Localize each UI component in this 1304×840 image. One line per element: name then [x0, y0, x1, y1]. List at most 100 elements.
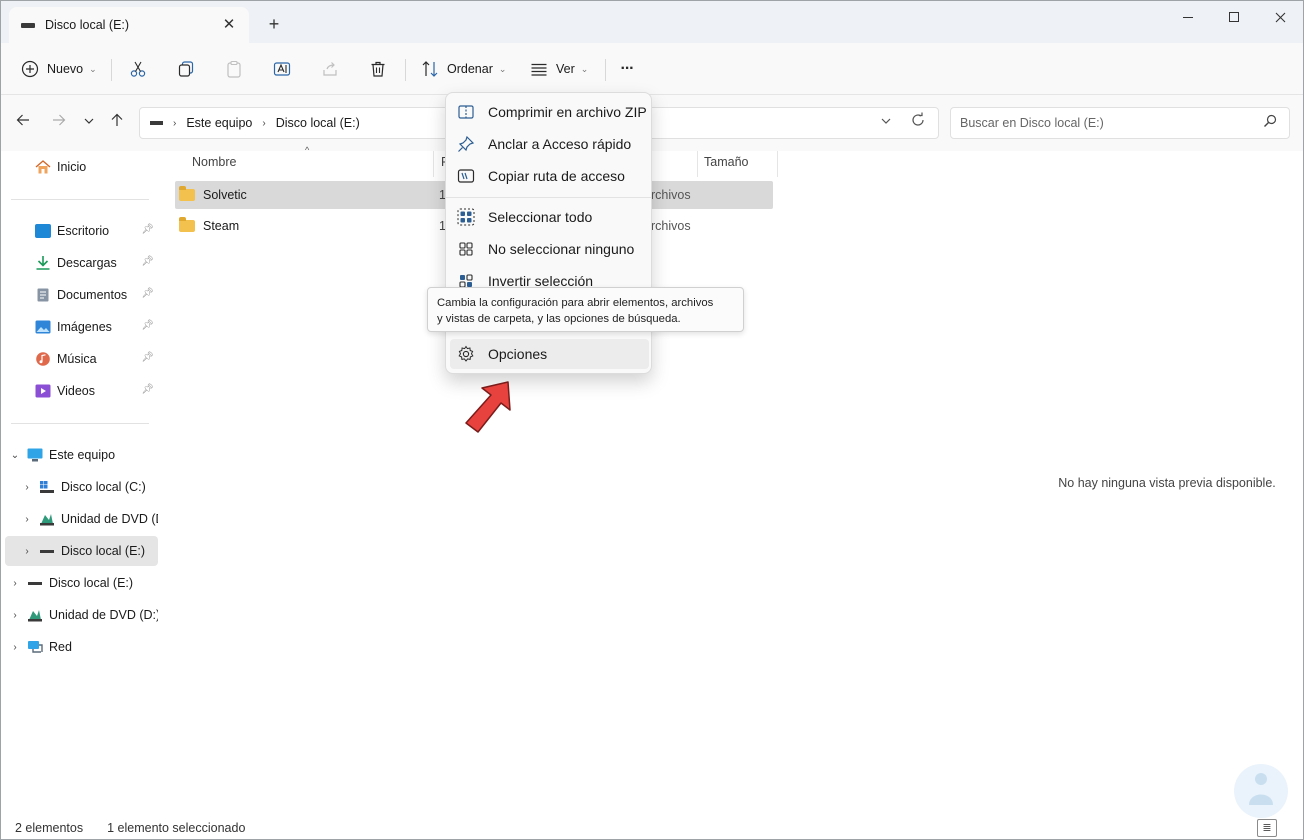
- breadcrumb-disco-e[interactable]: Disco local (E:): [276, 116, 360, 130]
- column-header-name[interactable]: Nombre: [192, 155, 236, 169]
- pin-icon[interactable]: 📌︎: [141, 256, 154, 267]
- close-window-button[interactable]: [1257, 1, 1303, 33]
- tab-disco-e[interactable]: Disco local (E:) ✕: [9, 7, 249, 43]
- file-type: rchivos: [651, 219, 691, 233]
- sidebar-item-musica[interactable]: Música 📌︎: [5, 344, 158, 374]
- tooltip-line: Cambia la configuración para abrir eleme…: [437, 297, 714, 309]
- dvd-icon: [40, 514, 54, 526]
- new-button[interactable]: Nuevo ⌄: [21, 54, 97, 84]
- documents-icon: [37, 288, 49, 302]
- column-divider[interactable]: [777, 151, 778, 177]
- pin-icon[interactable]: 📌︎: [141, 384, 154, 395]
- title-bar: Disco local (E:) ✕ +: [1, 1, 1303, 43]
- paste-button[interactable]: [225, 54, 243, 84]
- chevron-right-icon[interactable]: ›: [9, 610, 21, 621]
- pin-icon[interactable]: 📌︎: [141, 224, 154, 235]
- arrow-left-icon: [16, 114, 29, 126]
- delete-button[interactable]: [369, 54, 387, 84]
- toolbar-divider: [405, 59, 406, 81]
- item-count: 2 elementos: [15, 821, 84, 835]
- share-button[interactable]: [321, 54, 339, 84]
- sort-icon: [422, 61, 438, 77]
- menu-item-zip[interactable]: Comprimir en archivo ZIP: [450, 97, 649, 127]
- chevron-right-icon: ›: [173, 117, 177, 129]
- forward-button[interactable]: [49, 113, 69, 133]
- up-button[interactable]: [107, 113, 127, 133]
- sidebar-item-label: Documentos: [57, 288, 128, 302]
- rename-button[interactable]: [273, 54, 291, 84]
- folder-icon: [179, 217, 195, 232]
- recent-locations-button[interactable]: [79, 113, 99, 133]
- chevron-right-icon[interactable]: ›: [21, 482, 33, 493]
- pointer-arrow-annotation: [465, 381, 511, 433]
- file-name: Solvetic: [203, 188, 247, 202]
- sidebar-item-este-equipo[interactable]: ⌄ Este equipo: [5, 440, 158, 470]
- sidebar-item-dvd-d[interactable]: › Unidad de DVD (D:): [5, 504, 158, 534]
- more-icon: ···: [620, 60, 635, 77]
- sidebar-item-descargas[interactable]: Descargas 📌︎: [5, 248, 158, 278]
- sidebar-item-home[interactable]: Inicio: [5, 152, 158, 182]
- breadcrumb-este-equipo[interactable]: Este equipo: [186, 116, 252, 130]
- sidebar-item-disco-e[interactable]: › Disco local (E:): [5, 536, 158, 566]
- minimize-button[interactable]: [1165, 1, 1211, 33]
- menu-item-select-none[interactable]: No seleccionar ninguno: [450, 234, 649, 264]
- maximize-button[interactable]: [1211, 1, 1257, 33]
- back-button[interactable]: [13, 113, 33, 133]
- cut-button[interactable]: [129, 54, 147, 84]
- address-dropdown-icon[interactable]: [880, 115, 892, 130]
- sidebar-item-documentos[interactable]: Documentos 📌︎: [5, 280, 158, 310]
- chevron-down-icon: ⌄: [498, 63, 507, 74]
- pin-icon[interactable]: 📌︎: [141, 320, 154, 331]
- chevron-right-icon[interactable]: ›: [9, 578, 21, 589]
- select-all-icon: [457, 208, 475, 226]
- pictures-icon: [35, 320, 51, 334]
- sidebar-item-disco-c[interactable]: › Disco local (C:): [5, 472, 158, 502]
- sidebar-item-videos[interactable]: Videos 📌︎: [5, 376, 158, 406]
- preview-pane: No hay ninguna vista previa disponible.: [1029, 151, 1303, 811]
- close-tab-icon[interactable]: ✕: [219, 15, 239, 35]
- drive-icon: [21, 22, 35, 28]
- new-tab-button[interactable]: +: [263, 13, 285, 35]
- search-icon[interactable]: [1263, 114, 1277, 131]
- add-icon: [21, 60, 39, 78]
- gear-icon: [458, 345, 474, 362]
- column-header-size[interactable]: Tamaño: [704, 155, 748, 169]
- copy-button[interactable]: [177, 54, 195, 84]
- file-type: rchivos: [651, 188, 691, 202]
- sidebar-item-red[interactable]: › Red: [5, 632, 158, 662]
- sort-button[interactable]: Ordenar ⌄: [421, 54, 506, 84]
- column-divider[interactable]: [433, 151, 434, 177]
- minimize-icon: [1183, 16, 1193, 18]
- chevron-down-icon: ⌄: [580, 63, 589, 74]
- sidebar-item-dvd-d-root[interactable]: › Unidad de DVD (D:): [5, 600, 158, 630]
- tooltip-line: y vistas de carpeta, y las opciones de b…: [437, 313, 681, 325]
- sidebar-item-label: Música: [57, 352, 97, 366]
- videos-icon: [35, 384, 51, 398]
- sidebar-item-label: Disco local (E:): [49, 576, 134, 590]
- view-button[interactable]: Ver ⌄: [530, 54, 588, 84]
- chevron-right-icon[interactable]: ›: [21, 546, 33, 557]
- sidebar-item-escritorio[interactable]: Escritorio 📌︎: [5, 216, 158, 246]
- menu-item-pin-quick-access[interactable]: Anclar a Acceso rápido: [450, 129, 649, 159]
- more-options-button[interactable]: ···: [617, 54, 637, 84]
- sidebar-divider: [11, 199, 149, 200]
- menu-item-options[interactable]: Opciones: [450, 339, 649, 369]
- sidebar-item-label: Este equipo: [49, 448, 116, 462]
- sidebar-item-label: Unidad de DVD (D:): [61, 512, 158, 526]
- search-input[interactable]: [960, 116, 1250, 130]
- pin-icon[interactable]: 📌︎: [141, 352, 154, 363]
- chevron-down-icon[interactable]: ⌄: [9, 450, 21, 461]
- pin-icon[interactable]: 📌︎: [141, 288, 154, 299]
- refresh-icon[interactable]: [910, 112, 926, 132]
- column-divider[interactable]: [697, 151, 698, 177]
- sidebar-item-label: Red: [49, 640, 72, 654]
- chevron-right-icon: ›: [262, 117, 266, 129]
- drive-icon: [150, 121, 163, 125]
- menu-item-select-all[interactable]: Seleccionar todo: [450, 202, 649, 232]
- menu-item-label: Comprimir en archivo ZIP: [488, 104, 647, 120]
- sidebar-item-disco-e-root[interactable]: › Disco local (E:): [5, 568, 158, 598]
- menu-item-copy-path[interactable]: Copiar ruta de acceso: [450, 161, 649, 191]
- chevron-right-icon[interactable]: ›: [9, 642, 21, 653]
- chevron-right-icon[interactable]: ›: [21, 514, 33, 525]
- sidebar-item-imagenes[interactable]: Imágenes 📌︎: [5, 312, 158, 342]
